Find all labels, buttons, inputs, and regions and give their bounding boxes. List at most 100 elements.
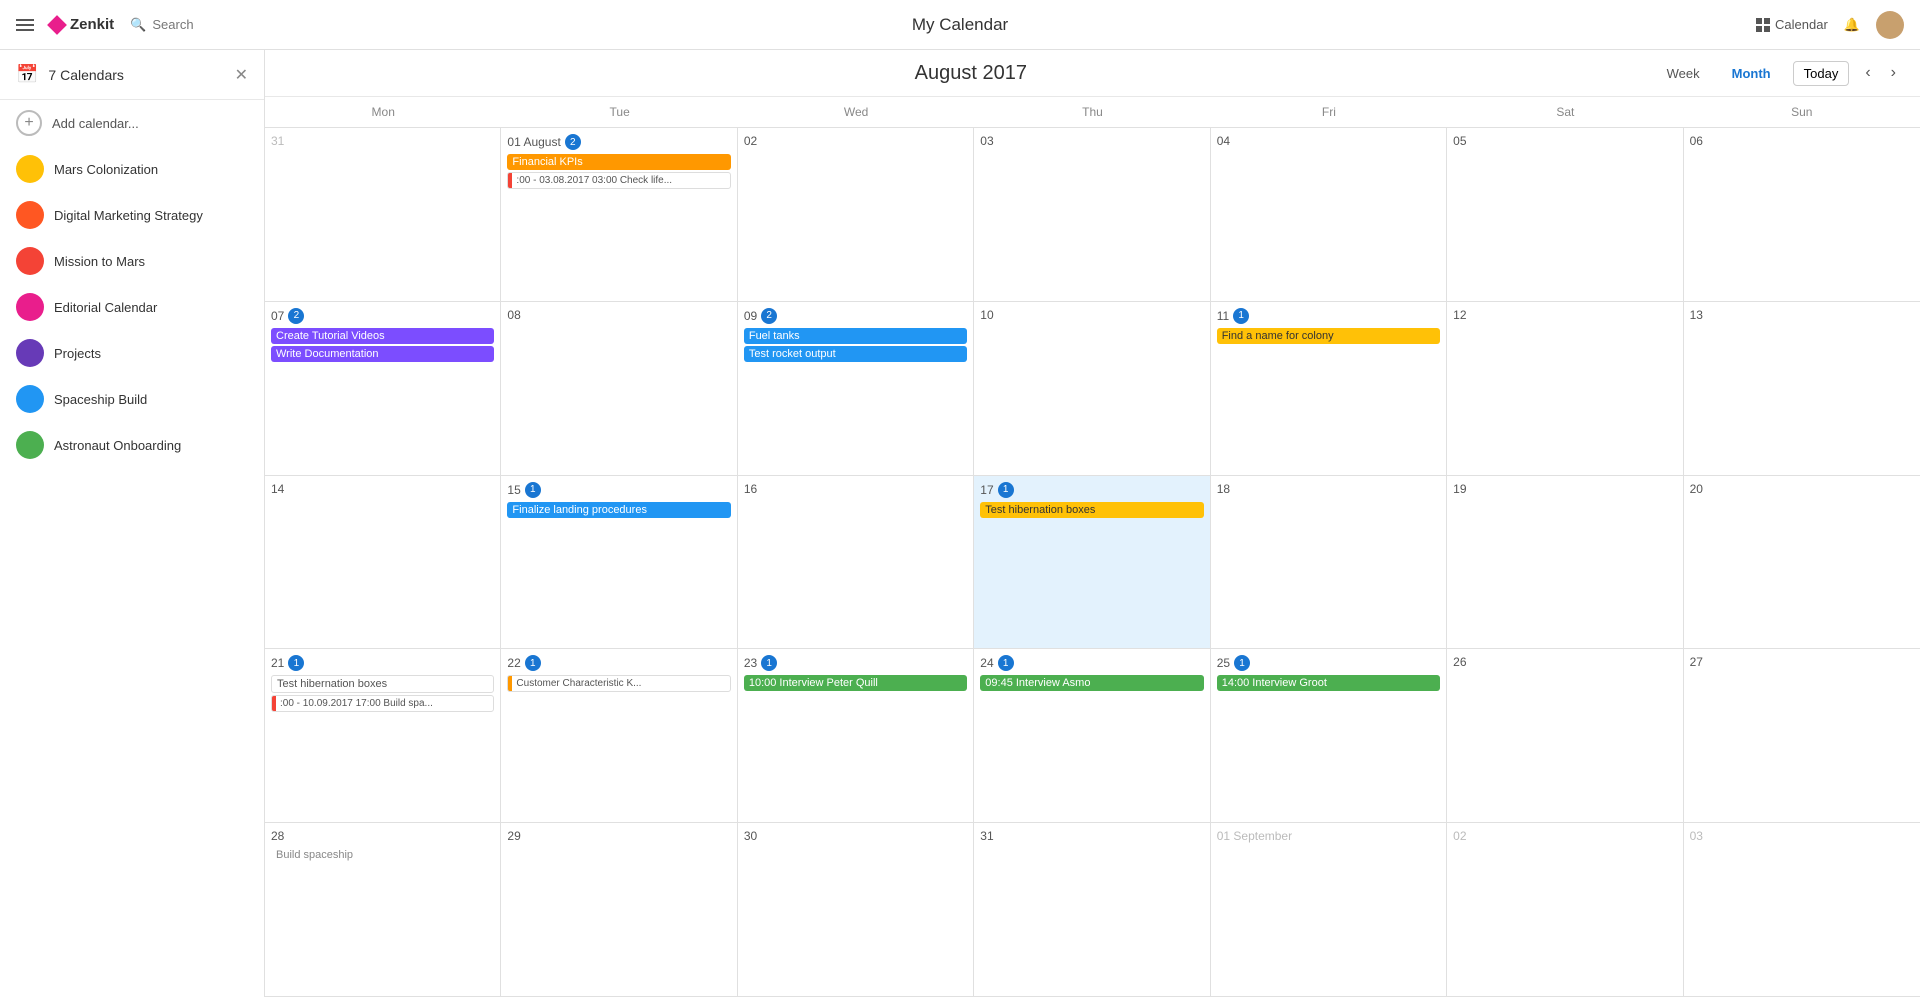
sidebar-item-editorial[interactable]: Editorial Calendar [0,284,264,330]
day-cell[interactable]: 14 [265,476,501,649]
event-block[interactable]: 10:00 Interview Peter Quill [744,675,967,691]
month-view-button[interactable]: Month [1722,62,1781,85]
day-cell[interactable]: 19 [1447,476,1683,649]
calendar-list: Mars Colonization Digital Marketing Strat… [0,146,264,468]
event-block[interactable]: Customer Characteristic K... [507,675,730,692]
day-cell[interactable]: 30 [738,823,974,996]
week-row: 211 Test hibernation boxes :00 - 10.09.201… [265,649,1920,823]
day-cell[interactable]: 05 [1447,128,1683,301]
search-area[interactable]: 🔍 Search [130,17,193,33]
event-count-badge: 1 [288,655,304,671]
sidebar-item-astronaut[interactable]: Astronaut Onboarding [0,422,264,468]
day-cell[interactable]: 08 [501,302,737,475]
day-cell[interactable]: 03 [974,128,1210,301]
event-block[interactable]: Create Tutorial Videos [271,328,494,344]
event-block[interactable]: 14:00 Interview Groot [1217,675,1440,691]
event-block[interactable]: Test hibernation boxes [980,502,1203,518]
day-cell[interactable]: 31 [265,128,501,301]
day-cell[interactable]: 04 [1211,128,1447,301]
next-month-button[interactable]: › [1887,60,1900,86]
day-number: 26 [1453,655,1676,669]
page-title: My Calendar [912,15,1008,34]
notification-bell[interactable]: 🔔 [1844,17,1860,33]
day-cell[interactable]: 24109:45 Interview Asmo [974,649,1210,822]
day-cell[interactable]: 31 [974,823,1210,996]
day-cell[interactable]: 03 [1684,823,1920,996]
avatar[interactable] [1876,11,1904,39]
day-cell[interactable]: 231 10:00 Interview Peter Quill [738,649,974,822]
day-cell[interactable]: 151Finalize landing procedures [501,476,737,649]
sidebar-item-projects[interactable]: Projects [0,330,264,376]
day-cell[interactable]: 02 [738,128,974,301]
event-block[interactable]: :00 - 10.09.2017 17:00 Build spa... [271,695,494,712]
day-cell[interactable]: 02 [1447,823,1683,996]
day-cell[interactable]: 171Test hibernation boxes [974,476,1210,649]
day-cell[interactable]: 16 [738,476,974,649]
event-block[interactable]: Financial KPIs [507,154,730,170]
calendar-label: Calendar [1775,17,1828,32]
sidebar-item-mars-col[interactable]: Mars Colonization [0,146,264,192]
day-number: 231 [744,655,967,671]
day-cell[interactable]: 111Find a name for colony [1211,302,1447,475]
topnav: Zenkit 🔍 Search My Calendar Calendar 🔔 [0,0,1920,50]
event-block[interactable]: Fuel tanks [744,328,967,344]
event-count-badge: 1 [525,482,541,498]
event-block[interactable]: :00 - 03.08.2017 03:00 Check life... [507,172,730,189]
day-cell[interactable]: 072Create Tutorial VideosWrite Documenta… [265,302,501,475]
event-block[interactable]: Find a name for colony [1217,328,1440,344]
day-cell[interactable]: 28 Build spaceship [265,823,501,996]
add-calendar-button[interactable]: + Add calendar... [0,100,264,146]
today-button[interactable]: Today [1793,61,1850,86]
event-block[interactable]: Test hibernation boxes [271,675,494,693]
day-header-fri: Fri [1211,97,1447,127]
cal-toolbar: August 2017 Week Month Today ‹ › [265,50,1920,97]
day-number: 28 [271,829,494,843]
event-block[interactable]: Build spaceship [271,847,494,863]
add-circle-icon: + [16,110,42,136]
event-block[interactable]: Test rocket output [744,346,967,362]
event-block[interactable]: 09:45 Interview Asmo [980,675,1203,691]
calendar-area: August 2017 Week Month Today ‹ › MonTueW… [265,50,1920,997]
week-row: 14151Finalize landing procedures16171Tes… [265,476,1920,650]
day-cell[interactable]: 251 14:00 Interview Groot [1211,649,1447,822]
calendar-nav-item[interactable]: Calendar [1756,17,1828,32]
day-cell[interactable]: 20 [1684,476,1920,649]
day-number: 04 [1217,134,1440,148]
sidebar-item-mission[interactable]: Mission to Mars [0,238,264,284]
day-cell[interactable]: 27 [1684,649,1920,822]
day-number: 211 [271,655,494,671]
day-cell[interactable]: 29 [501,823,737,996]
day-cell[interactable]: 06 [1684,128,1920,301]
prev-month-button[interactable]: ‹ [1861,60,1874,86]
day-number: 03 [1690,829,1914,843]
day-cell[interactable]: 221Customer Characteristic K... [501,649,737,822]
event-count-badge: 2 [761,308,777,324]
calendar-item-label: Astronaut Onboarding [54,438,181,453]
day-cell[interactable]: 13 [1684,302,1920,475]
event-block[interactable]: Write Documentation [271,346,494,362]
day-cell[interactable]: 10 [974,302,1210,475]
sidebar-header: 📅 7 Calendars ✕ [0,50,264,100]
calendar-item-label: Mars Colonization [54,162,158,177]
event-count-badge: 1 [1233,308,1249,324]
calendar-color-dot [16,293,44,321]
day-number: 14 [271,482,494,496]
day-cell[interactable]: 12 [1447,302,1683,475]
hamburger-menu[interactable] [16,19,34,31]
event-count-badge: 1 [998,482,1014,498]
day-number: 251 [1217,655,1440,671]
day-cell[interactable]: 26 [1447,649,1683,822]
day-cell[interactable]: 092Fuel tanksTest rocket output [738,302,974,475]
event-count-badge: 2 [288,308,304,324]
week-view-button[interactable]: Week [1657,62,1710,85]
sidebar-item-dig-mkt[interactable]: Digital Marketing Strategy [0,192,264,238]
day-header-sun: Sun [1684,97,1920,127]
event-block[interactable]: Finalize landing procedures [507,502,730,518]
day-number: 29 [507,829,730,843]
close-icon[interactable]: ✕ [235,65,248,85]
day-cell[interactable]: 211 Test hibernation boxes :00 - 10.09.201… [265,649,501,822]
day-cell[interactable]: 01 August2Financial KPIs:00 - 03.08.2017… [501,128,737,301]
sidebar-item-spaceship[interactable]: Spaceship Build [0,376,264,422]
day-cell[interactable]: 01 September [1211,823,1447,996]
day-cell[interactable]: 18 [1211,476,1447,649]
